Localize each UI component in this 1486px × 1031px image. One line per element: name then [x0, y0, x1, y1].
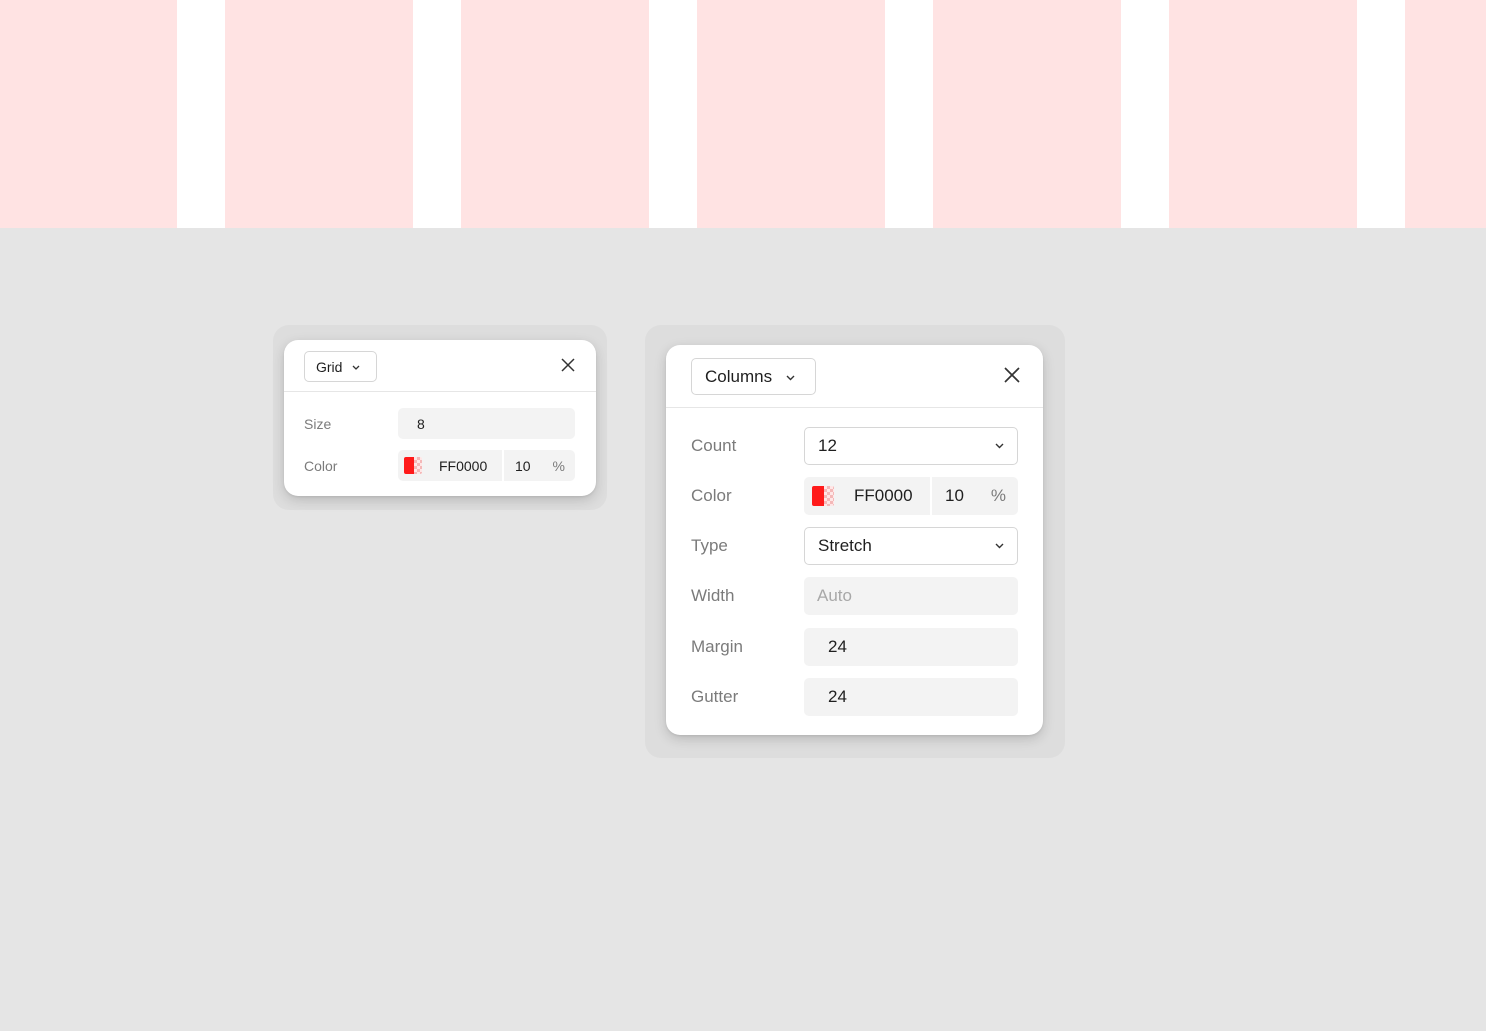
grid-color-hex-input[interactable]: FF0000 — [428, 450, 504, 481]
margin-input[interactable]: 24 — [804, 628, 1018, 666]
type-label: Type — [691, 536, 728, 555]
grid-layout-panel: Grid Size 8 Color FF0000 10 % — [284, 340, 596, 496]
columns-opacity-unit: % — [990, 486, 1006, 505]
columns-mode-label: Columns — [705, 366, 773, 386]
grid-mode-select[interactable]: Grid — [304, 351, 377, 382]
grid-opacity-value: 10 — [515, 457, 531, 474]
chevron-down-icon — [995, 543, 1004, 549]
color-swatch — [812, 486, 834, 506]
width-input[interactable]: Auto — [804, 577, 1018, 615]
columns-mode-select[interactable]: Columns — [691, 358, 816, 395]
count-select[interactable]: 12 — [804, 427, 1018, 465]
columns-opacity-value: 10 — [945, 486, 964, 505]
grid-panel-header: Grid — [284, 340, 596, 392]
grid-opacity-unit: % — [552, 457, 565, 474]
size-value: 8 — [417, 415, 425, 432]
type-value: Stretch — [818, 536, 872, 555]
margin-label: Margin — [691, 637, 743, 656]
preview-column — [225, 0, 413, 228]
grid-close-button[interactable] — [558, 357, 578, 377]
preview-column — [933, 0, 1121, 228]
gutter-value: 24 — [828, 687, 847, 706]
grid-color-field: FF0000 10 % — [398, 450, 575, 481]
columns-panel-header: Columns — [666, 345, 1043, 408]
columns-close-button[interactable] — [1000, 365, 1024, 389]
grid-mode-label: Grid — [316, 358, 343, 375]
grid-opacity-input[interactable]: 10 % — [504, 450, 575, 481]
gutter-label: Gutter — [691, 687, 739, 706]
preview-column — [697, 0, 885, 228]
columns-color-field: FF0000 10 % — [804, 477, 1018, 515]
columns-opacity-input[interactable]: 10 % — [932, 477, 1018, 515]
chevron-down-icon — [995, 443, 1004, 449]
preview-column — [461, 0, 649, 228]
columns-color-swatch-button[interactable] — [804, 477, 842, 515]
column-grid-preview — [0, 0, 1486, 228]
grid-color-label: Color — [304, 458, 338, 474]
gutter-input[interactable]: 24 — [804, 678, 1018, 716]
margin-value: 24 — [828, 637, 847, 656]
count-value: 12 — [818, 436, 837, 455]
grid-color-hex: FF0000 — [439, 457, 488, 474]
size-input[interactable]: 8 — [398, 408, 575, 439]
preview-column — [0, 0, 177, 228]
preview-column — [1169, 0, 1357, 228]
columns-color-hex: FF0000 — [854, 486, 913, 505]
close-icon — [1004, 366, 1020, 388]
size-label: Size — [304, 416, 332, 432]
close-icon — [561, 357, 575, 377]
preview-column — [1405, 0, 1486, 228]
type-select[interactable]: Stretch — [804, 527, 1018, 565]
width-label: Width — [691, 586, 735, 605]
count-label: Count — [691, 436, 737, 455]
chevron-down-icon — [352, 365, 360, 370]
color-swatch — [404, 457, 422, 474]
grid-color-swatch-button[interactable] — [398, 450, 428, 481]
width-placeholder: Auto — [817, 586, 852, 605]
chevron-down-icon — [786, 375, 795, 381]
columns-color-hex-input[interactable]: FF0000 — [842, 477, 932, 515]
columns-color-label: Color — [691, 486, 732, 505]
columns-layout-panel: Columns Count 12 Color FF0000 10 % Type … — [666, 345, 1043, 735]
